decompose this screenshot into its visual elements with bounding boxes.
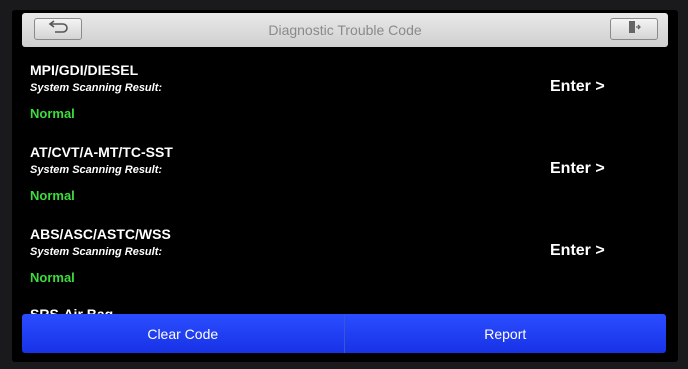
enter-button[interactable]: Enter > xyxy=(550,242,605,260)
system-item[interactable]: MPI/GDI/DIESEL System Scanning Result: N… xyxy=(12,62,678,142)
system-scan-label: System Scanning Result: xyxy=(30,82,163,94)
exit-button[interactable] xyxy=(610,18,658,40)
system-status: Normal xyxy=(30,106,75,121)
app-screen: Diagnostic Trouble Code MPI/GDI/DIESEL S… xyxy=(12,10,678,362)
system-name: AT/CVT/A-MT/TC-SST xyxy=(30,144,173,160)
system-item[interactable]: AT/CVT/A-MT/TC-SST System Scanning Resul… xyxy=(12,144,678,224)
report-button[interactable]: Report xyxy=(343,314,667,353)
enter-button[interactable]: Enter > xyxy=(550,78,605,96)
system-name: ABS/ASC/ASTC/WSS xyxy=(30,226,171,242)
enter-button[interactable]: Enter > xyxy=(550,160,605,178)
clear-code-button[interactable]: Clear Code xyxy=(22,314,344,353)
action-bar: Clear Code Report xyxy=(22,314,666,353)
system-name: MPI/GDI/DIESEL xyxy=(30,62,139,78)
system-status: Normal xyxy=(30,188,75,203)
header-bar: Diagnostic Trouble Code xyxy=(22,13,668,47)
page-title: Diagnostic Trouble Code xyxy=(268,22,422,38)
system-scan-label: System Scanning Result: xyxy=(30,246,163,258)
system-scan-label: System Scanning Result: xyxy=(30,164,163,176)
system-status: Normal xyxy=(30,270,75,285)
exit-door-icon xyxy=(627,20,641,39)
system-item[interactable]: ABS/ASC/ASTC/WSS System Scanning Result:… xyxy=(12,226,678,306)
